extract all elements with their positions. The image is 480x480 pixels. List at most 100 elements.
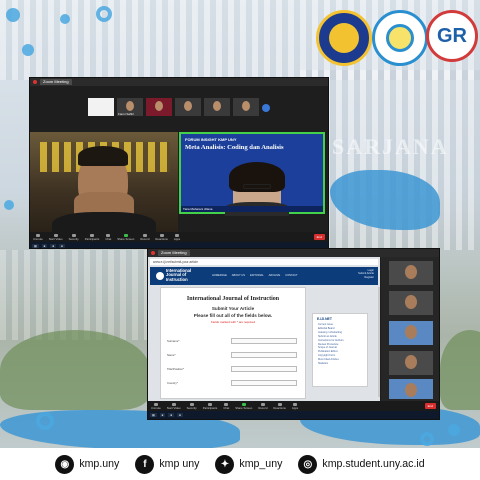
nav-contact[interactable]: CONTACT — [285, 274, 297, 277]
nav-about-us[interactable]: ABOUT US — [232, 274, 245, 277]
record-button[interactable]: Record — [258, 402, 267, 410]
taskbar-app[interactable]: ■ — [59, 244, 65, 248]
form-row-title: Title/Position* — [167, 366, 301, 374]
browser-window: www.e-iji.net/submit-your-article Intern… — [148, 257, 380, 401]
participant-thumbnail[interactable] — [146, 98, 172, 116]
sidebar-link[interactable]: Statistics — [318, 362, 344, 366]
instagram-icon: ◉ — [55, 454, 75, 474]
unmute-button[interactable]: Unmute — [151, 402, 161, 410]
journal-sidebar: E-IJI.NET Current Issue Editorial Board … — [312, 313, 368, 387]
title-position-field[interactable] — [231, 366, 297, 372]
form-row-country: Country* — [167, 380, 301, 388]
country-field[interactable] — [231, 380, 297, 386]
record-dot-icon — [33, 80, 37, 84]
website-link[interactable]: ◎ kmp.student.uny.ac.id — [298, 454, 425, 474]
security-button[interactable]: Security — [69, 233, 79, 241]
submission-form: International Journal of Instruction Sub… — [160, 287, 306, 399]
end-meeting-button[interactable]: End — [424, 403, 436, 409]
facebook-link[interactable]: f kmp uny — [135, 454, 199, 474]
reactions-button[interactable]: Reactions — [155, 233, 168, 241]
slide-title: Meta Analisis: Coding dan Analisis — [185, 144, 284, 151]
register-link[interactable]: Register — [358, 276, 374, 279]
twitter-link[interactable]: ✦ kmp_uny — [215, 454, 282, 474]
participant-tile[interactable] — [389, 261, 433, 285]
share-screen-button[interactable]: Share Screen — [235, 402, 252, 410]
facebook-icon: f — [135, 454, 155, 474]
next-page-icon[interactable] — [262, 104, 270, 112]
nav-editorial[interactable]: EDITORIAL — [250, 274, 264, 277]
end-meeting-button[interactable]: End — [313, 234, 325, 240]
tab-zoom-meeting[interactable]: Zoom Meeting — [40, 79, 72, 85]
journal-logo-icon — [156, 272, 164, 280]
record-dot-icon — [151, 251, 155, 255]
required-note: Fields marked with * are required — [210, 320, 256, 324]
instagram-link[interactable]: ◉ kmp.uny — [55, 454, 120, 474]
page-scrollbar[interactable] — [378, 287, 380, 397]
participant-thumbnail[interactable]: Fanni Safitri — [117, 98, 143, 116]
start-video-button[interactable]: Start Video — [167, 402, 181, 410]
participant-tile[interactable] — [389, 351, 433, 375]
participant-thumbnails: Fanni Safitri — [30, 98, 328, 118]
zoom-toolbar: Unmute Start Video Security Participants… — [148, 401, 439, 411]
reactions-button[interactable]: Reactions — [273, 402, 286, 410]
security-button[interactable]: Security — [187, 402, 197, 410]
presenter-name: Tiara Maharani Jiliana — [183, 207, 213, 211]
start-icon[interactable]: ▦ — [32, 244, 39, 248]
apps-button[interactable]: Apps — [174, 233, 180, 241]
chat-button[interactable]: Chat — [223, 402, 229, 410]
participant-thumbnail[interactable] — [88, 98, 114, 116]
share-screen-button[interactable]: Share Screen — [117, 233, 134, 241]
journal-nav: HOMEPAGE ABOUT US EDITORIAL ARCHIVE CONT… — [212, 274, 298, 277]
participant-gallery — [381, 257, 439, 401]
participant-tile[interactable] — [389, 379, 433, 399]
participants-button[interactable]: Participants — [203, 402, 217, 410]
taskbar-app[interactable]: ■ — [50, 244, 57, 248]
participant-tile[interactable] — [389, 291, 433, 315]
surname-field[interactable] — [231, 338, 297, 344]
journal-logo-text[interactable]: International Journal of Instruction — [166, 268, 206, 282]
globe-icon: ◎ — [298, 454, 318, 474]
tab-zoom-meeting[interactable]: Zoom Meeting — [158, 250, 190, 256]
slide-header: FORUM INSIGHT KMP UNY — [185, 137, 237, 142]
taskbar-app[interactable]: ■ — [177, 413, 183, 417]
participant-tile[interactable] — [389, 321, 433, 345]
record-button[interactable]: Record — [140, 233, 149, 241]
website-url: kmp.student.uny.ac.id — [322, 458, 425, 470]
unmute-button[interactable]: Unmute — [33, 233, 43, 241]
taskbar-app[interactable]: ■ — [41, 244, 48, 248]
name-field[interactable] — [231, 352, 297, 358]
twitter-icon: ✦ — [215, 454, 235, 474]
start-icon[interactable]: ▦ — [150, 413, 157, 417]
windows-taskbar: ▦ ■ ■ ■ — [148, 411, 439, 419]
address-bar[interactable]: www.e-iji.net/submit-your-article — [150, 259, 378, 265]
form-row-name: Name* — [167, 352, 301, 360]
nav-homepage[interactable]: HOMEPAGE — [212, 274, 227, 277]
kmp-logo — [372, 10, 428, 66]
login-links: Login Submit Article Register — [358, 269, 374, 279]
nav-archive[interactable]: ARCHIVE — [269, 274, 281, 277]
speaker-video — [30, 132, 178, 242]
window-tab-bar: Zoom Meeting — [30, 78, 328, 86]
start-video-button[interactable]: Start Video — [49, 233, 63, 241]
uny-logo — [316, 10, 372, 66]
taskbar-app[interactable]: ■ — [168, 413, 175, 417]
submit-heading: Submit Your Article — [211, 306, 255, 311]
participant-thumbnail[interactable] — [233, 98, 259, 116]
instagram-handle: kmp.uny — [79, 458, 120, 470]
taskbar-app[interactable]: ■ — [159, 413, 166, 417]
chat-button[interactable]: Chat — [105, 233, 111, 241]
journal-header: International Journal of Instruction HOM… — [150, 267, 378, 285]
sidebar-title: E-IJI.NET — [317, 317, 332, 321]
participant-name: Fanni Safitri — [118, 112, 135, 116]
zoom-toolbar: Unmute Start Video Security Participants… — [30, 232, 328, 242]
participant-thumbnail[interactable] — [175, 98, 201, 116]
gotong-royong-logo: GR — [426, 10, 478, 62]
participant-thumbnail[interactable] — [204, 98, 230, 116]
participants-button[interactable]: Participants — [85, 233, 99, 241]
shared-slide: FORUM INSIGHT KMP UNY Meta Analisis: Cod… — [179, 132, 325, 216]
background-watermark: SARJANA — [332, 134, 449, 159]
window-tab-bar: Zoom Meeting — [148, 249, 439, 257]
zoom-screenshot-top: Zoom Meeting Fanni Safitri FORUM INSIGHT… — [29, 77, 329, 249]
apps-button[interactable]: Apps — [292, 402, 298, 410]
sidebar-link[interactable]: Instructions for Authors — [318, 339, 344, 343]
